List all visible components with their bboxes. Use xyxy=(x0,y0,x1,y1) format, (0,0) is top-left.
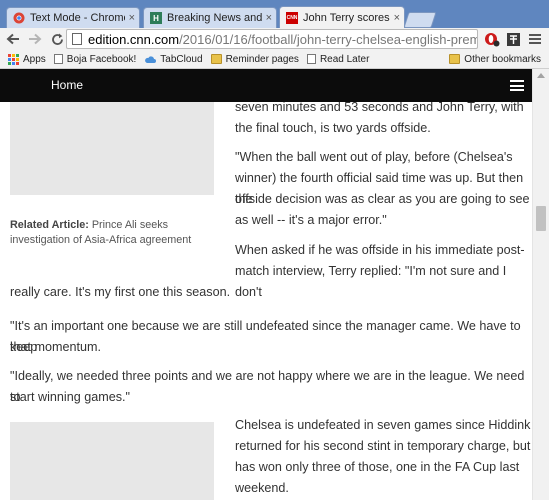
quote-line: offside decision was as clear as you are… xyxy=(235,192,530,206)
related-article-label: Related Article: xyxy=(10,219,89,231)
extension-opera-icon[interactable] xyxy=(484,31,500,47)
reload-button[interactable] xyxy=(48,30,66,48)
tab-title: John Terry scores controv xyxy=(303,11,390,24)
back-arrow-icon xyxy=(6,33,19,45)
related-article[interactable]: Related Article: Prince Ali seeks invest… xyxy=(10,218,210,248)
menu-icon[interactable] xyxy=(527,31,543,47)
apps-grid-icon xyxy=(8,53,19,65)
scroll-up-arrow-icon[interactable] xyxy=(537,73,545,78)
browser-toolbar: edition.cnn.com/2016/01/16/football/john… xyxy=(0,28,549,50)
forward-button[interactable] xyxy=(26,30,44,48)
reload-icon xyxy=(51,33,63,45)
chrome-webstore-icon xyxy=(13,12,25,24)
bookmark-label: Boja Facebook! xyxy=(66,53,137,65)
tab-title: Breaking News and Opinio xyxy=(167,12,262,24)
bookmark-reminder-pages[interactable]: Reminder pages xyxy=(210,53,299,65)
page-icon xyxy=(53,54,63,64)
cnn-icon: CNN xyxy=(286,11,298,24)
huffpost-icon: H xyxy=(150,12,162,24)
page-scrollbar[interactable] xyxy=(532,69,549,500)
bookmarks-bar: Apps Boja Facebook! TabCloud Reminder pa… xyxy=(0,50,549,69)
article-paragraph: has won only three of those, one in the … xyxy=(235,460,520,474)
bookmark-label: TabCloud xyxy=(160,53,203,65)
bookmark-label: Other bookmarks xyxy=(464,53,541,65)
article-paragraph: When asked if he was offside in his imme… xyxy=(235,243,525,257)
tab-close-icon[interactable]: × xyxy=(394,12,400,24)
article-image-placeholder xyxy=(10,422,214,500)
bookmark-tabcloud[interactable]: TabCloud xyxy=(144,53,203,65)
extension-book-icon[interactable] xyxy=(505,31,521,47)
article-paragraph: really care. It's my first one this seas… xyxy=(10,285,231,299)
article-body: seven minutes and 53 seconds and John Te… xyxy=(0,102,532,500)
quote-line: "When the ball went out of play, before … xyxy=(235,150,513,164)
tab-text-mode[interactable]: Text Mode - Chrome web × xyxy=(6,7,140,28)
scrollbar-thumb[interactable] xyxy=(536,206,546,231)
bookmark-read-later[interactable]: Read Later xyxy=(306,53,370,65)
page-icon xyxy=(306,54,316,64)
folder-icon xyxy=(449,54,461,64)
article-paragraph: weekend. xyxy=(235,481,289,495)
nav-home-link[interactable]: Home xyxy=(51,78,83,92)
site-navbar: Home xyxy=(0,69,532,102)
article-paragraph: seven minutes and 53 seconds and John Te… xyxy=(235,102,524,114)
article-paragraph: returned for his second stint in tempora… xyxy=(235,439,531,453)
article-paragraph: match interview, Terry replied: "I'm not… xyxy=(235,264,507,299)
bookmark-boja-facebook[interactable]: Boja Facebook! xyxy=(53,53,137,65)
url-path: /2016/01/16/football/john-terry-chelsea-… xyxy=(179,31,477,47)
address-bar[interactable]: edition.cnn.com/2016/01/16/football/john… xyxy=(66,29,478,49)
article-paragraph: Chelsea is undefeated in seven games sin… xyxy=(235,418,531,432)
quote-line: that momentum. xyxy=(10,340,101,354)
hamburger-menu-icon[interactable] xyxy=(510,80,524,91)
folder-icon xyxy=(210,54,222,64)
tab-breaking-news[interactable]: H Breaking News and Opinio × xyxy=(143,7,277,28)
bookmark-other[interactable]: Other bookmarks xyxy=(449,54,541,65)
bookmark-label: Reminder pages xyxy=(225,53,299,65)
bookmark-apps[interactable]: Apps xyxy=(8,53,46,65)
bookmark-label: Apps xyxy=(23,53,46,65)
back-button[interactable] xyxy=(4,30,22,48)
article-paragraph: the final touch, is two yards offside. xyxy=(235,121,431,135)
page-icon xyxy=(72,33,82,45)
tab-close-icon[interactable]: × xyxy=(129,12,135,24)
tab-cnn-active[interactable]: CNN John Terry scores controv × xyxy=(279,6,405,28)
tab-strip: Text Mode - Chrome web × H Breaking News… xyxy=(0,0,549,28)
quote-line: as well -- it's a major error." xyxy=(235,213,387,227)
forward-arrow-icon xyxy=(29,33,42,45)
new-tab-button[interactable] xyxy=(403,12,437,28)
cloud-icon xyxy=(144,55,157,64)
tab-title: Text Mode - Chrome web xyxy=(30,12,125,24)
article-image-placeholder xyxy=(10,102,214,195)
url-host: edition.cnn.com xyxy=(88,31,180,47)
quote-line: start winning games." xyxy=(10,390,130,404)
bookmark-label: Read Later xyxy=(319,53,370,65)
tab-close-icon[interactable]: × xyxy=(266,12,272,24)
